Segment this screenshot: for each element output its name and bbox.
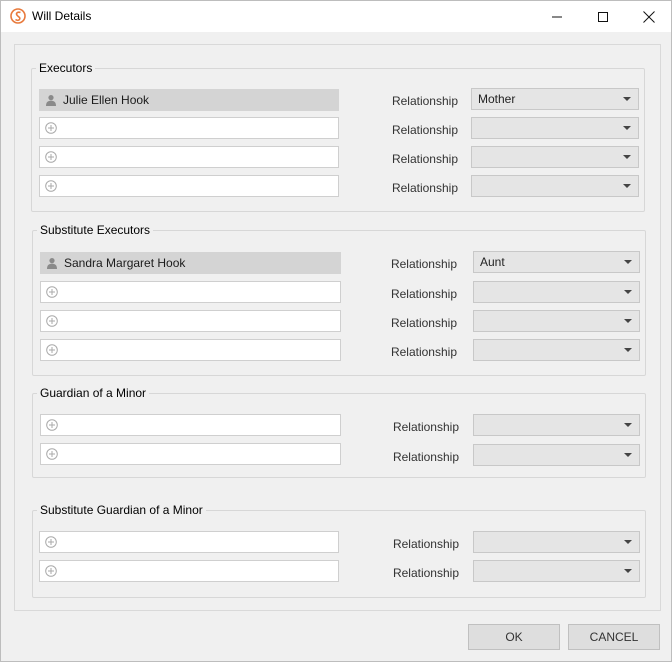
person-icon [46, 257, 58, 269]
add-person-icon [46, 344, 58, 356]
guardian-relationship-select-1[interactable] [473, 414, 640, 436]
substitute-guardian-relationship-select-2[interactable] [473, 560, 640, 582]
substitute-guardian-group-label: Substitute Guardian of a Minor [37, 503, 206, 517]
substitute-executor-person-4[interactable] [40, 339, 341, 361]
close-button[interactable] [626, 1, 672, 32]
substitute-executor-relationship-select-4[interactable] [473, 339, 640, 361]
dropdown-caret-icon [623, 97, 631, 101]
relationship-label: Relationship [392, 450, 459, 464]
add-person-icon [46, 286, 58, 298]
maximize-button[interactable] [580, 1, 626, 32]
add-person-icon [46, 448, 58, 460]
guardian-relationship-select-2[interactable] [473, 444, 640, 466]
substitute-executor-relationship-select-3[interactable] [473, 310, 640, 332]
dropdown-caret-icon [624, 453, 632, 457]
substitute-executor-person-2[interactable] [40, 281, 341, 303]
executor-person-2[interactable] [39, 117, 339, 139]
substitute-guardian-relationship-select-1[interactable] [473, 531, 640, 553]
executor-person-4[interactable] [39, 175, 339, 197]
guardian-person-2[interactable] [40, 443, 341, 465]
substitute-guardian-person-2[interactable] [39, 560, 339, 582]
executor-relationship-select-1[interactable]: Mother [471, 88, 639, 110]
add-person-icon [45, 565, 57, 577]
substitute-executors-group-label: Substitute Executors [37, 223, 154, 237]
relationship-label: Relationship [391, 152, 458, 166]
relationship-label: Relationship [392, 566, 459, 580]
dropdown-caret-icon [624, 260, 632, 264]
executor-person-name: Julie Ellen Hook [63, 93, 150, 107]
substitute-executor-relationship-select-1[interactable]: Aunt [473, 251, 640, 273]
minimize-button[interactable] [534, 1, 580, 32]
relationship-label: Relationship [390, 287, 457, 301]
relationship-label: Relationship [390, 345, 457, 359]
dropdown-caret-icon [623, 126, 631, 130]
dropdown-caret-icon [624, 319, 632, 323]
minimize-icon [552, 16, 562, 17]
executor-person-1[interactable]: Julie Ellen Hook [39, 89, 339, 111]
relationship-label: Relationship [391, 181, 458, 195]
dropdown-caret-icon [624, 569, 632, 573]
dropdown-caret-icon [623, 184, 631, 188]
add-person-icon [45, 536, 57, 548]
substitute-guardian-person-1[interactable] [39, 531, 339, 553]
relationship-label: Relationship [391, 123, 458, 137]
title-bar[interactable]: Will Details [1, 1, 671, 32]
executor-person-3[interactable] [39, 146, 339, 168]
maximize-icon [598, 11, 608, 22]
add-person-icon [45, 122, 57, 134]
substitute-guardian-group: Substitute Guardian of a Minor [32, 503, 646, 598]
add-person-icon [45, 180, 57, 192]
relationship-label: Relationship [391, 94, 458, 108]
will-details-window: Will Details Executors Julie Ellen Hook … [0, 0, 672, 662]
app-logo-icon [10, 8, 26, 24]
cancel-button[interactable]: CANCEL [568, 624, 660, 650]
add-person-icon [46, 315, 58, 327]
relationship-value: Aunt [480, 255, 505, 269]
dropdown-caret-icon [624, 348, 632, 352]
substitute-executor-relationship-select-2[interactable] [473, 281, 640, 303]
dropdown-caret-icon [624, 290, 632, 294]
executors-group-label: Executors [36, 61, 96, 75]
dropdown-caret-icon [623, 155, 631, 159]
add-person-icon [45, 151, 57, 163]
executor-relationship-select-2[interactable] [471, 117, 639, 139]
relationship-label: Relationship [392, 420, 459, 434]
substitute-executor-person-3[interactable] [40, 310, 341, 332]
add-person-icon [46, 419, 58, 431]
relationship-label: Relationship [390, 257, 457, 271]
relationship-label: Relationship [392, 537, 459, 551]
dropdown-caret-icon [624, 423, 632, 427]
dropdown-caret-icon [624, 540, 632, 544]
substitute-executor-person-1[interactable]: Sandra Margaret Hook [40, 252, 341, 274]
person-icon [45, 94, 57, 106]
relationship-label: Relationship [390, 316, 457, 330]
ok-button[interactable]: OK [468, 624, 560, 650]
relationship-value: Mother [478, 92, 516, 106]
executor-relationship-select-3[interactable] [471, 146, 639, 168]
executor-relationship-select-4[interactable] [471, 175, 639, 197]
guardian-person-1[interactable] [40, 414, 341, 436]
guardian-group-label: Guardian of a Minor [37, 386, 150, 400]
window-title: Will Details [32, 9, 92, 23]
substitute-executor-person-name: Sandra Margaret Hook [64, 256, 186, 270]
close-icon [643, 10, 655, 23]
